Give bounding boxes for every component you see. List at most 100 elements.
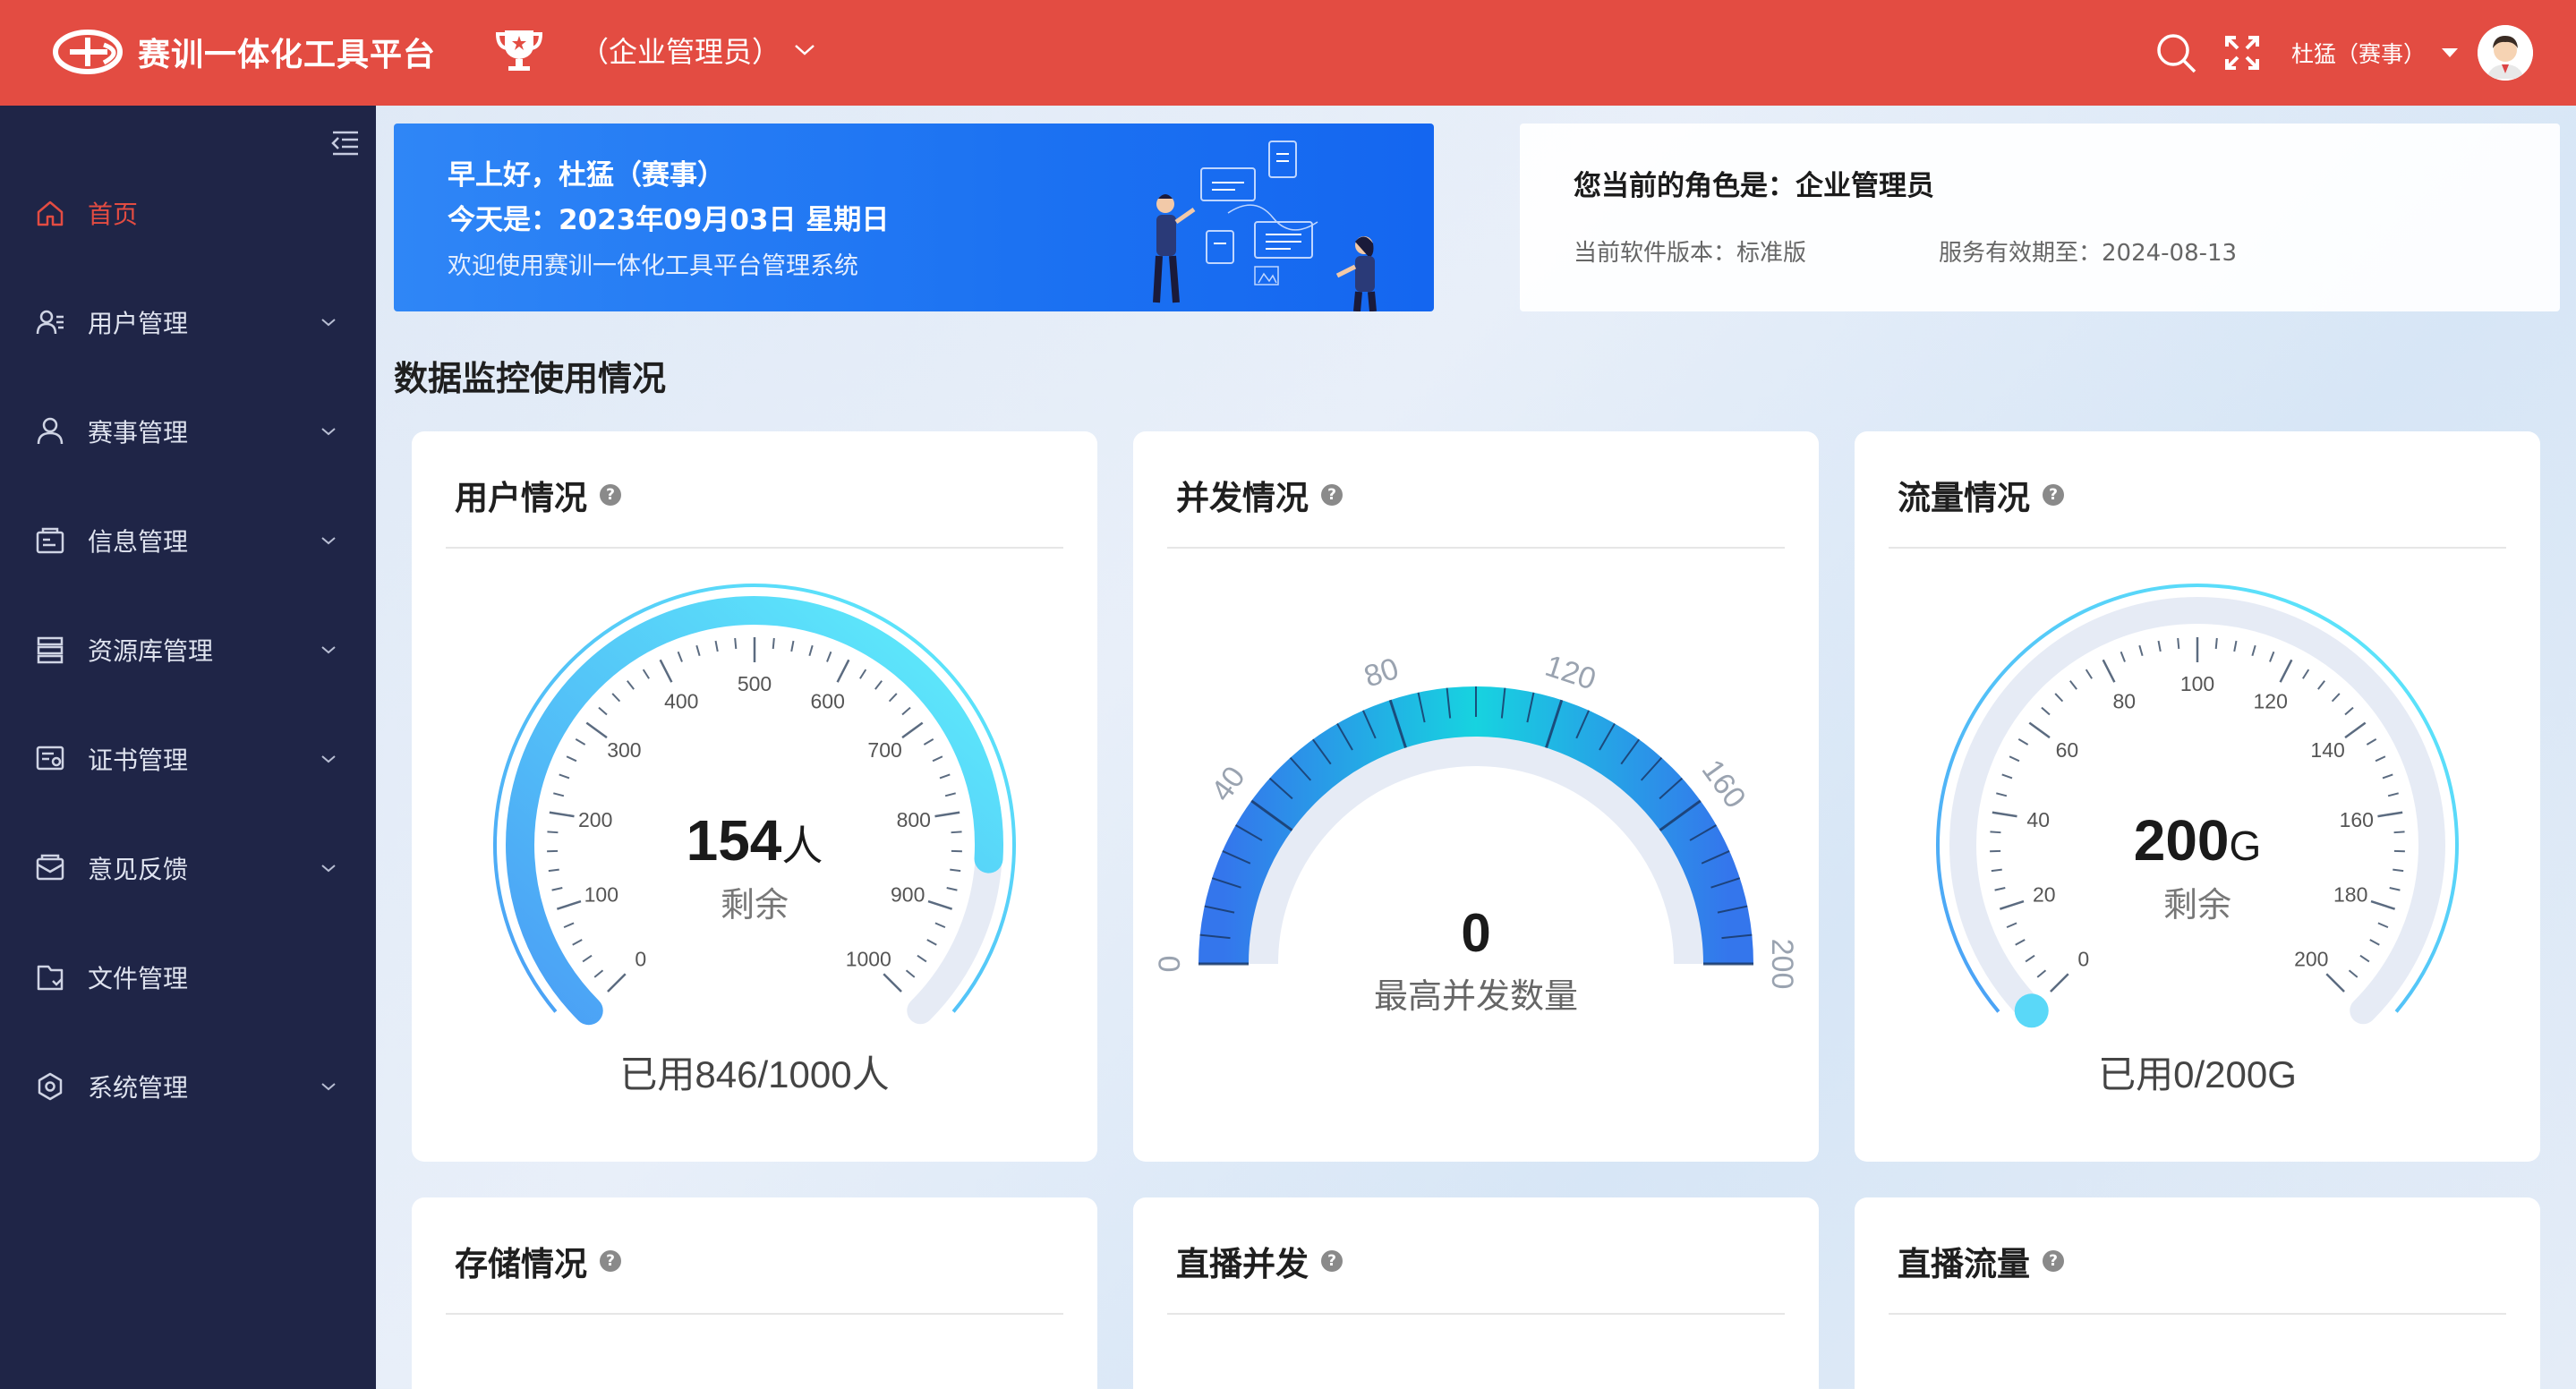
gauge-minor-tick — [1996, 792, 2008, 797]
gauge-tick-label: 0 — [2077, 947, 2089, 970]
help-icon[interactable]: ? — [2043, 484, 2064, 506]
avatar[interactable] — [2478, 25, 2533, 81]
gauge-minor-tick — [917, 954, 927, 963]
search-icon[interactable] — [2154, 30, 2198, 75]
gauge-tick-label: 400 — [664, 690, 698, 713]
fullscreen-icon[interactable] — [2220, 30, 2265, 75]
chevron-down-icon — [795, 45, 815, 55]
gauge-minor-tick — [826, 651, 832, 662]
live-concurrency-card: 直播并发? — [1133, 1197, 1819, 1389]
chevron-down-icon — [321, 428, 336, 436]
concurrency-gauge-chart: 04080 120160200 — [1153, 649, 1799, 989]
gauge-major-tick — [2325, 973, 2345, 993]
sidebar-item-2[interactable]: 赛事管理 — [0, 387, 376, 476]
sidebar-item-label: 系统管理 — [88, 1073, 189, 1103]
card-divider — [1167, 547, 1785, 549]
gauge-progress-dot — [2014, 993, 2049, 1028]
gauge-minor-tick — [2120, 651, 2126, 662]
card-divider — [446, 1313, 1063, 1315]
gauge-minor-tick — [2366, 738, 2377, 746]
concurrency-card: 并发情况? 0 40 80 120 160 200 0 最高并发数量 — [1133, 431, 1819, 1162]
gauge-minor-tick — [559, 773, 570, 780]
gauge-label: 剩余 — [720, 885, 789, 925]
sidebar-item-4[interactable]: 资源库管理 — [0, 605, 376, 694]
gauge-major-tick — [836, 659, 850, 683]
card-divider — [1167, 1313, 1785, 1315]
sidebar-item-7[interactable]: 文件管理 — [0, 933, 376, 1022]
gauge-minor-tick — [2382, 773, 2393, 780]
help-icon[interactable]: ? — [1321, 484, 1343, 506]
card-title-text: 直播流量 — [1898, 1245, 2030, 1283]
sidebar-item-1[interactable]: 用户管理 — [0, 277, 376, 367]
chevron-down-icon — [321, 865, 336, 873]
user-usage-card: 用户情况? 0 100 200 300 400 500 600 700 800 900 1000 154… — [412, 431, 1097, 1162]
card-title: 存储情况? — [455, 1237, 621, 1285]
collapse-menu-icon[interactable] — [328, 125, 363, 161]
sidebar-item-label: 资源库管理 — [88, 636, 214, 666]
card-divider — [1889, 1313, 2506, 1315]
card-title: 直播并发? — [1176, 1237, 1343, 1285]
header-actions: 杜猛（赛事） — [2132, 23, 2533, 82]
card-title: 流量情况? — [1898, 471, 2064, 519]
gauge-minor-tick — [2302, 669, 2310, 679]
gauge-tick-label: 140 — [2310, 738, 2344, 762]
app-logo[interactable]: 赛训一体化工具平台 — [52, 27, 436, 77]
gauge-tick-label: 40 — [1205, 760, 1252, 807]
gauge-tick-label: 500 — [738, 672, 772, 695]
software-version: 当前软件版本：标准版 — [1574, 240, 1807, 267]
gauge-minor-tick — [888, 693, 898, 703]
database-icon — [37, 636, 64, 664]
gauge-minor-tick — [874, 680, 883, 690]
gauge-major-tick — [2279, 659, 2293, 683]
gauge-major-tick — [659, 659, 673, 683]
gauge-minor-tick — [2009, 755, 2020, 763]
top-bar: 赛训一体化工具平台 （企业管理员） 杜猛（赛事） — [0, 0, 2576, 106]
user-name[interactable]: 杜猛（赛事） — [2291, 37, 2426, 69]
gauge-minor-tick — [944, 792, 956, 797]
user-menu-caret-icon[interactable] — [2442, 48, 2458, 57]
sidebar-item-label: 用户管理 — [88, 309, 189, 338]
gauge-minor-tick — [790, 640, 795, 652]
gauge-tick-label: 80 — [2112, 690, 2136, 713]
help-icon[interactable]: ? — [600, 1250, 621, 1272]
gauge-tick-label: 120 — [1541, 649, 1600, 697]
gauge-tick-label: 80 — [1360, 652, 1403, 694]
home-icon — [37, 200, 64, 226]
sidebar-item-5[interactable]: 证书管理 — [0, 714, 376, 804]
gauge-major-tick — [607, 973, 627, 993]
gauge-value-unit: G — [2229, 822, 2262, 869]
role-info-card: 您当前的角色是：企业管理员 当前软件版本：标准版 服务有效期至：2024-08-… — [1520, 124, 2560, 311]
sidebar-item-3[interactable]: 信息管理 — [0, 496, 376, 585]
card-title: 用户情况? — [455, 471, 621, 519]
app-title: 赛训一体化工具平台 — [138, 37, 437, 73]
gauge-minor-tick — [611, 693, 621, 703]
help-icon[interactable]: ? — [600, 484, 621, 506]
traffic-card: 流量情况? 0 20 40 60 80 100 120 140 160 180 200 200G 剩余 已用… — [1855, 431, 2540, 1162]
gauge-footer: 已用846/1000人 — [619, 1053, 890, 1095]
help-icon[interactable]: ? — [1321, 1250, 1343, 1272]
gauge-minor-tick — [926, 939, 937, 946]
gauge-minor-tick — [566, 755, 577, 763]
gauge-major-tick — [883, 973, 902, 993]
sidebar-item-0[interactable]: 首页 — [0, 168, 376, 258]
sidebar-item-6[interactable]: 意见反馈 — [0, 823, 376, 913]
gauge-tick-label: 100 — [2180, 672, 2214, 695]
gauge-value: 154人 — [412, 807, 1097, 873]
avatar-icon — [2478, 25, 2533, 81]
feedback-icon — [36, 854, 64, 881]
gauge-minor-tick — [553, 792, 565, 797]
gauge-minor-tick — [598, 706, 608, 716]
gauge-value-number: 200 — [2133, 808, 2230, 873]
welcome-subtitle: 欢迎使用赛训一体化工具平台管理系统 — [448, 252, 858, 280]
gauge-minor-tick — [2001, 773, 2013, 780]
gauge-minor-tick — [2015, 939, 2026, 946]
help-icon[interactable]: ? — [2043, 1250, 2064, 1272]
role-switcher[interactable]: （企业管理员） — [492, 23, 816, 77]
sidebar-item-label: 文件管理 — [88, 964, 189, 993]
gauge-tick-label: 60 — [2056, 738, 2079, 762]
gauge-tick-label: 300 — [607, 738, 641, 762]
sidebar: 首页用户管理赛事管理信息管理资源库管理证书管理意见反馈文件管理系统管理 — [0, 106, 376, 1389]
gauge-chart-partial — [412, 1341, 1097, 1389]
sidebar-item-8[interactable]: 系统管理 — [0, 1042, 376, 1131]
card-divider — [1889, 547, 2506, 549]
